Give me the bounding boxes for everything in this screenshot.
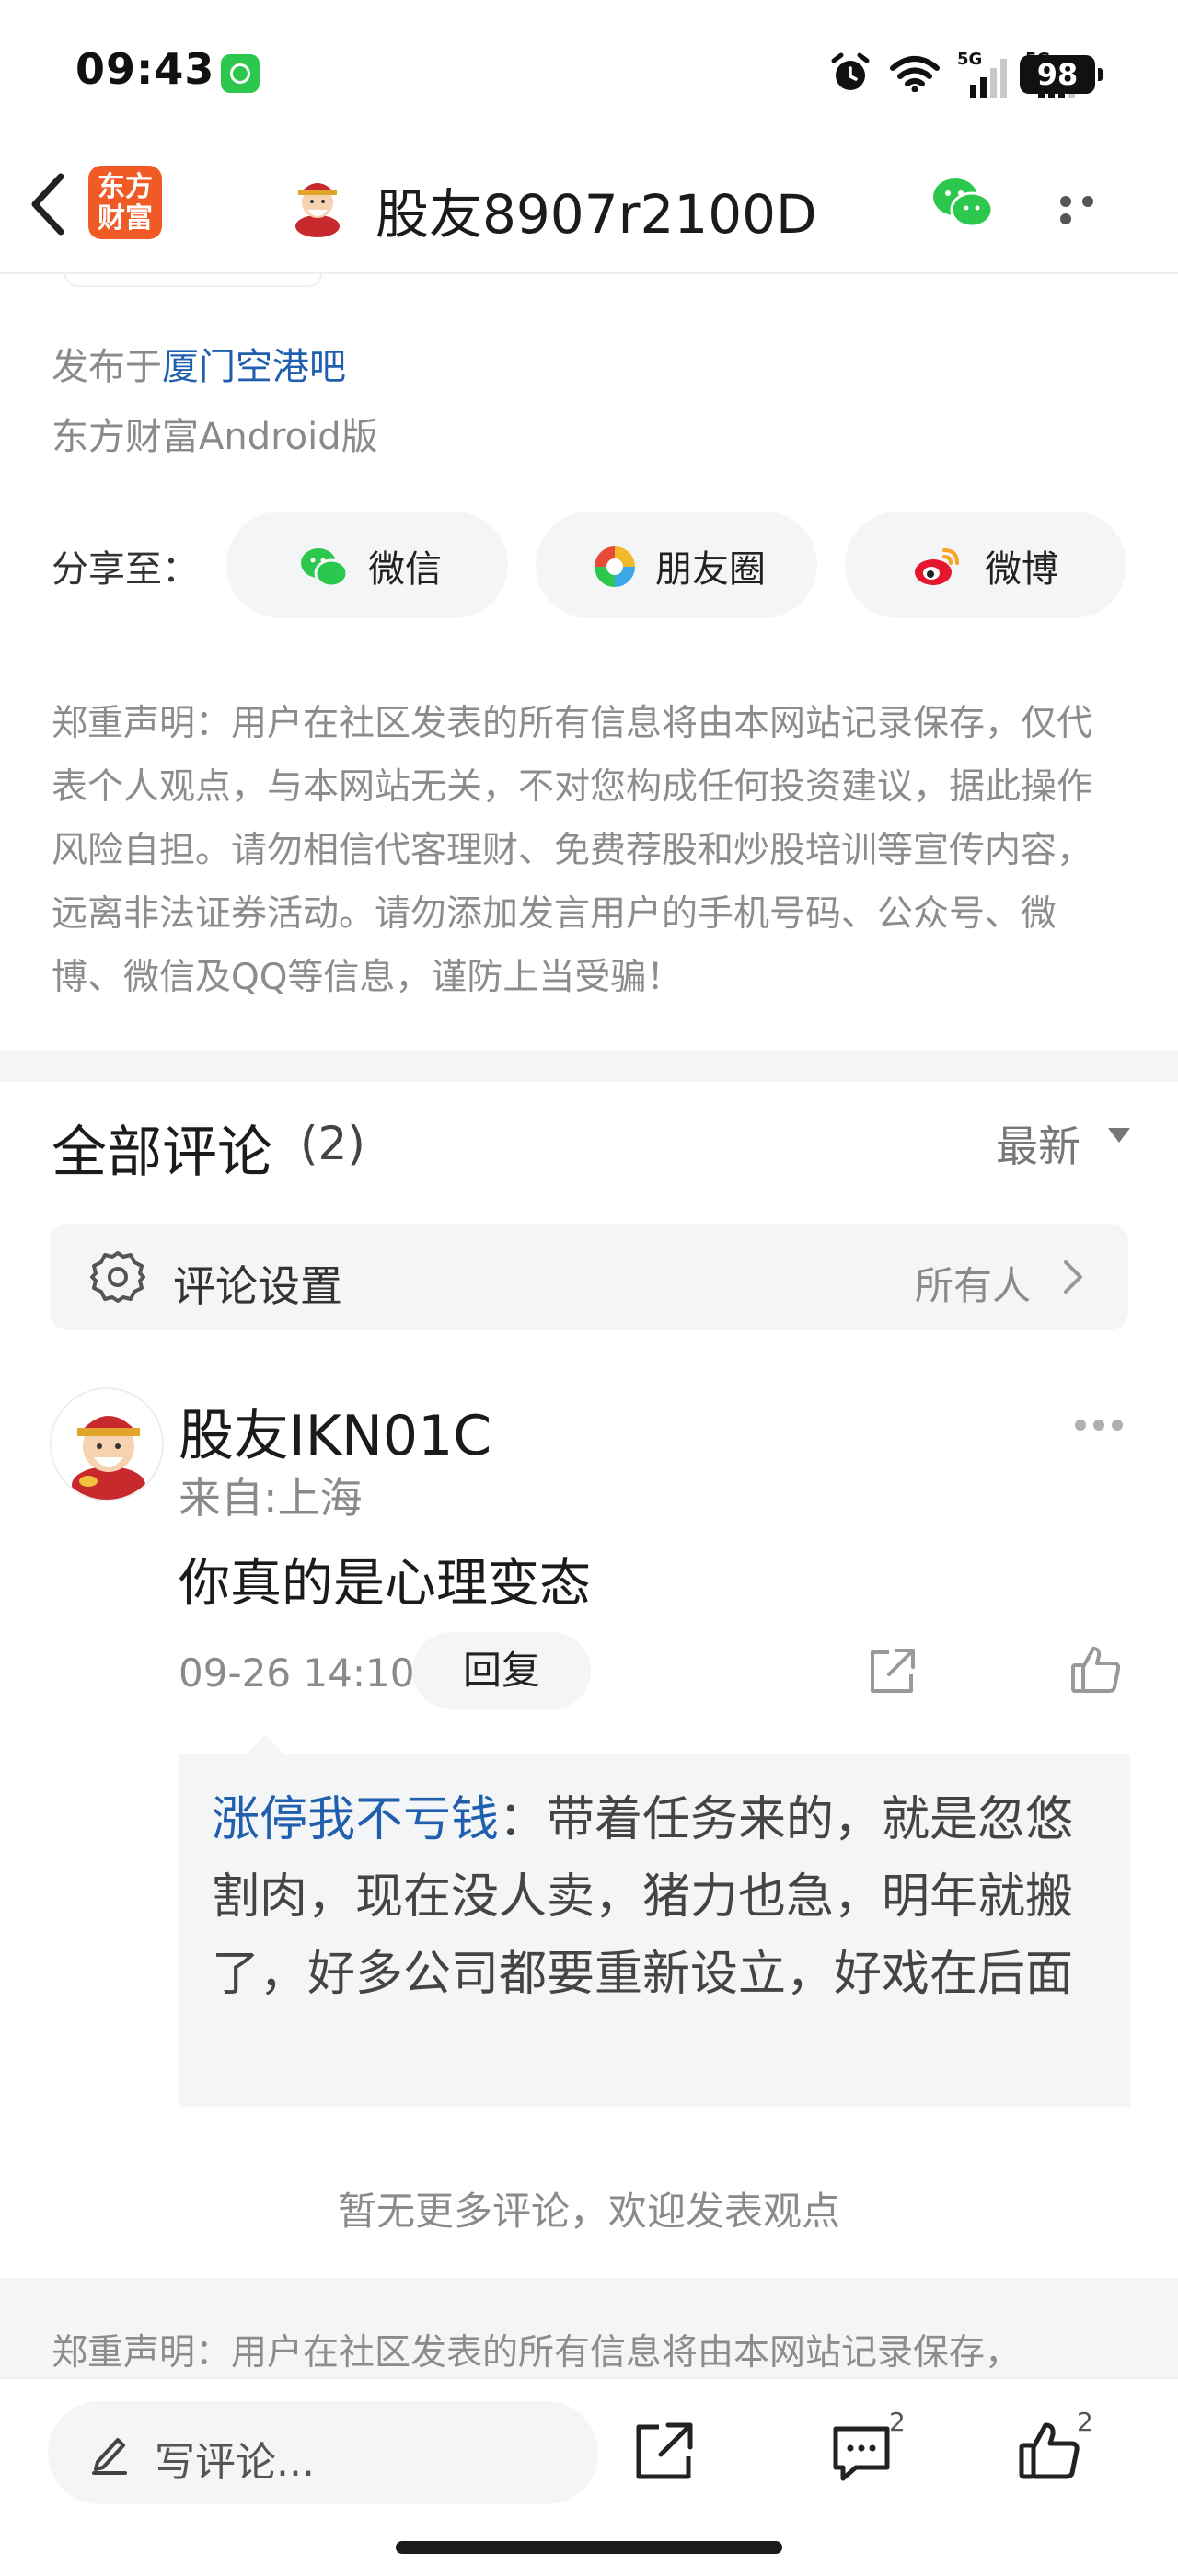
share-wechat-label: 微信 <box>368 548 442 591</box>
commenter-name[interactable]: 股友IKN01C <box>179 1391 491 1471</box>
published-prefix: 发布于 <box>52 346 162 388</box>
quoted-reply: 涨停我不亏钱：带着任务来的，就是忽悠割肉，现在没人卖，猪力也急，明年就搬了，好多… <box>179 1754 1130 2107</box>
wechat-icon <box>301 548 349 588</box>
comment-time: 09-26 14:10 <box>179 1650 415 1696</box>
pencil-icon <box>92 2438 127 2475</box>
share-comment-icon[interactable] <box>865 1645 918 1698</box>
more-options-icon[interactable] <box>1060 193 1125 224</box>
commenter-avatar-icon <box>72 1416 145 1500</box>
like-count-badge: 2 <box>1077 2407 1093 2437</box>
status-icons: 5G 5G 98 <box>755 46 1178 101</box>
chevron-right-icon <box>1064 1260 1082 1294</box>
share-icon[interactable] <box>631 2420 696 2484</box>
bottom-action-bar: 写评论... 2 2 <box>0 2377 1178 2576</box>
signal-bars-1-icon <box>970 59 1007 98</box>
moments-icon <box>595 546 635 587</box>
scrolled-pill-edge <box>64 274 322 287</box>
bottom-disclaimer-text: 郑重声明：用户在社区发表的所有信息将由本网站记录保存， <box>52 2332 1022 2374</box>
status-time: 09:43 <box>75 44 215 94</box>
comment-more-icon[interactable] <box>1075 1417 1134 1432</box>
home-indicator[interactable] <box>396 2541 782 2554</box>
like-icon[interactable] <box>1016 2418 1082 2484</box>
comments-count: (2) <box>300 1117 365 1170</box>
forum-link[interactable]: 厦门空港吧 <box>162 346 346 388</box>
comment-settings-row[interactable]: 评论设置 所有人 <box>50 1224 1128 1330</box>
quoted-user-link[interactable]: 涨停我不亏钱 <box>212 1792 499 1847</box>
write-comment-placeholder: 写评论... <box>155 2439 315 2486</box>
comment-settings-label: 评论设置 <box>173 1261 342 1311</box>
wifi-icon <box>890 56 940 92</box>
status-bar: 09:43 5G 5G <box>0 0 1178 138</box>
thumbs-up-icon[interactable] <box>1069 1643 1123 1696</box>
share-label: 分享至： <box>52 548 199 591</box>
section-divider <box>0 1051 1178 1082</box>
logo-line-1: 东方 <box>98 171 153 203</box>
reply-button[interactable]: 回复 <box>412 1632 591 1709</box>
share-weibo-label: 微博 <box>985 548 1058 591</box>
page-title: 股友8907r2100D <box>375 183 817 246</box>
share-wechat-button[interactable]: 微信 <box>226 512 508 618</box>
wechat-share-icon[interactable] <box>930 173 996 232</box>
gear-icon <box>90 1251 145 1303</box>
comments-title: 全部评论 <box>52 1121 272 1185</box>
no-more-comments: 暂无更多评论，欢迎发表观点 <box>337 2189 840 2234</box>
logo-line-2: 财富 <box>98 202 153 235</box>
share-moments-button[interactable]: 朋友圈 <box>536 512 817 618</box>
post-source: 东方财富Android版 <box>52 416 378 458</box>
disclaimer-text: 郑重声明：用户在社区发表的所有信息将由本网站记录保存，仅代表个人观点，与本网站无… <box>52 703 1093 998</box>
write-comment-input[interactable]: 写评论... <box>48 2401 598 2504</box>
alarm-icon <box>831 52 870 90</box>
published-in: 发布于厦门空港吧 <box>52 337 346 390</box>
signal-1: 5G <box>957 50 1012 98</box>
share-moments-label: 朋友圈 <box>655 548 766 591</box>
comment-count-badge: 2 <box>889 2407 906 2437</box>
top-nav-bar: 东方 财富 股友8907r2100D <box>0 138 1178 274</box>
caret-down-icon[interactable] <box>1108 1128 1130 1143</box>
weibo-icon <box>915 548 959 585</box>
comment-icon[interactable] <box>828 2420 895 2486</box>
commenter-location: 来自:上海 <box>179 1473 363 1523</box>
comment-text: 你真的是心理变态 <box>179 1554 591 1614</box>
user-avatar-icon[interactable] <box>287 171 348 237</box>
upload-indicator-icon <box>221 54 260 93</box>
bottom-disclaimer-section: 郑重声明：用户在社区发表的所有信息将由本网站记录保存， <box>0 2278 1178 2388</box>
app-logo[interactable]: 东方 财富 <box>88 166 162 239</box>
sort-dropdown[interactable]: 最新 <box>996 1113 1080 1174</box>
quote-pointer <box>245 1735 285 1755</box>
comment-settings-value: 所有人 <box>914 1263 1031 1308</box>
battery-indicator: 98 <box>1020 55 1103 94</box>
commenter-avatar[interactable] <box>50 1387 164 1501</box>
share-weibo-button[interactable]: 微博 <box>845 512 1126 618</box>
back-arrow-icon[interactable] <box>20 166 75 243</box>
